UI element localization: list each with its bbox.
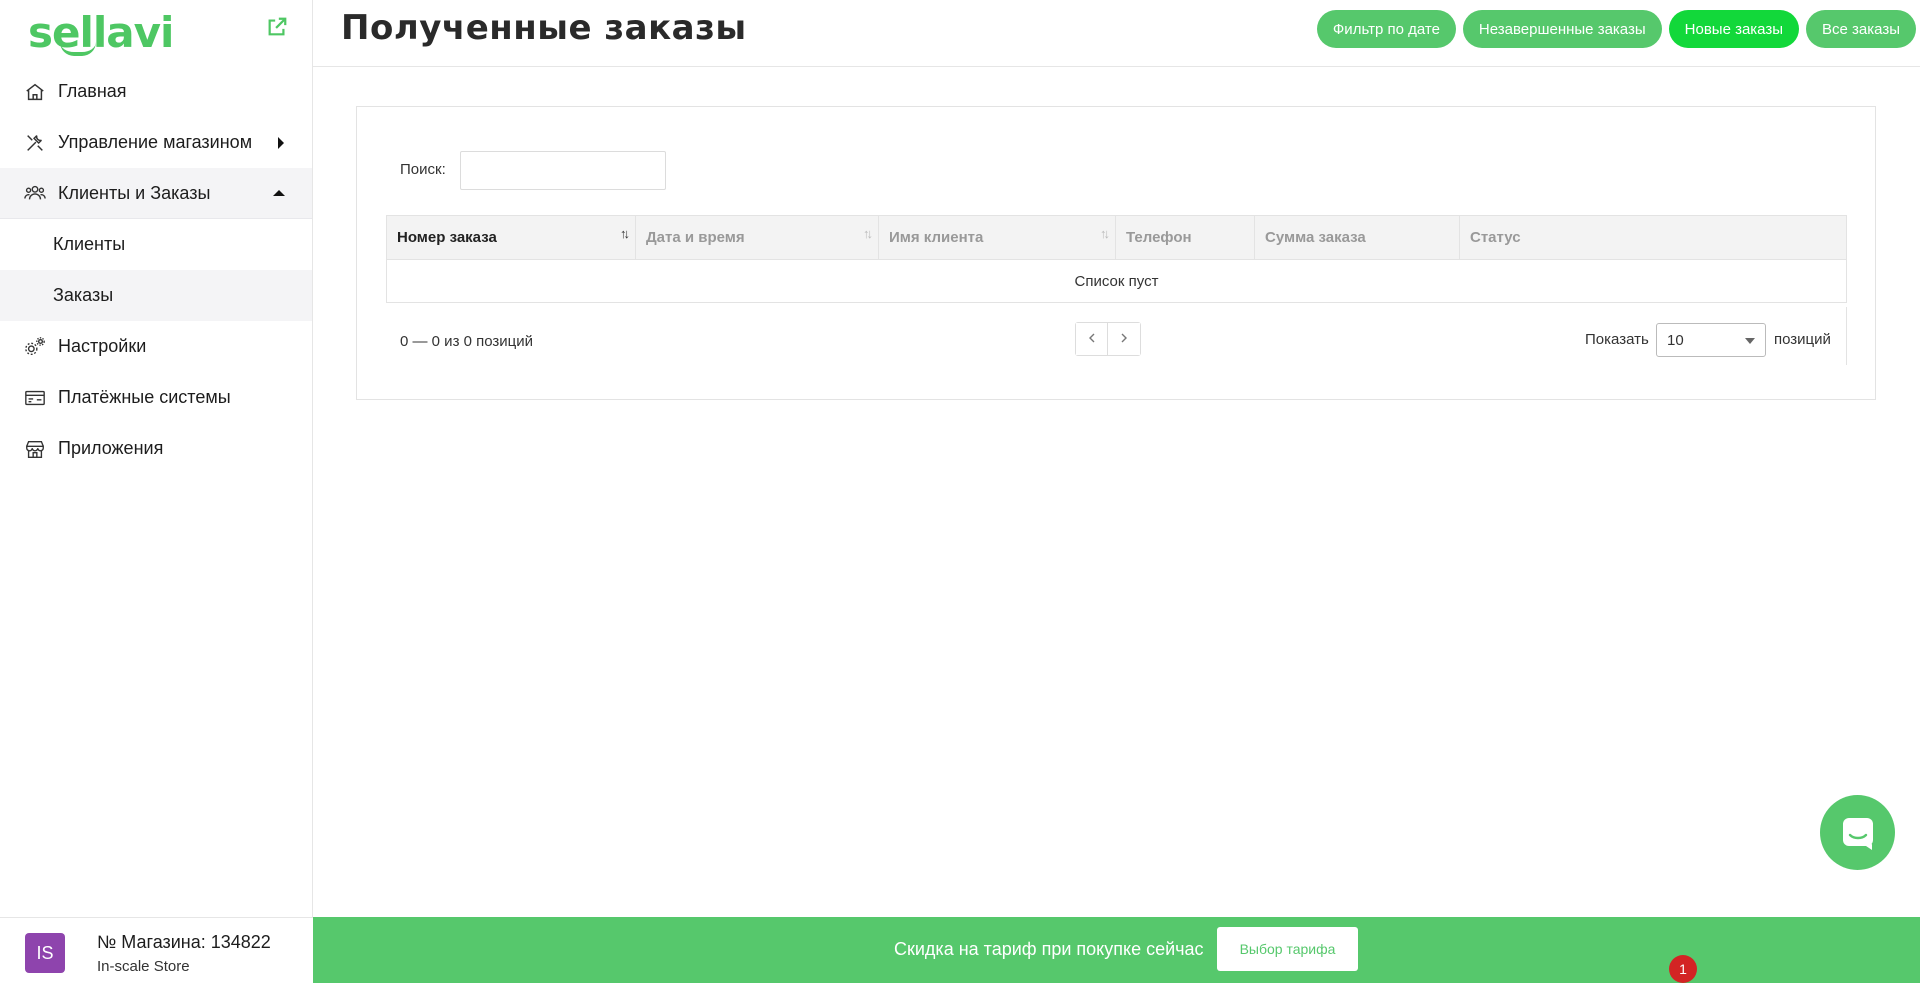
orders-table: Номер заказа ↑↓ Дата и время ↑↓ Имя клие… xyxy=(386,215,1847,303)
caret-down-icon xyxy=(1745,338,1755,344)
logo-row: sellavi xyxy=(0,0,312,66)
sidebar-item-clients[interactable]: Клиенты xyxy=(0,219,312,270)
page-title: Полученные заказы xyxy=(341,8,747,48)
search-input[interactable] xyxy=(460,151,666,190)
column-status: Статус xyxy=(1460,216,1846,259)
sidebar-item-label: Платёжные системы xyxy=(58,387,231,407)
main-content: Полученные заказы Фильтр по дате Незавер… xyxy=(313,0,1920,983)
sidebar-nav: Главная Управление магазином Клиенты и З… xyxy=(0,66,312,474)
sidebar-item-label: Приложения xyxy=(58,438,164,458)
column-label: Телефон xyxy=(1126,229,1192,246)
store-icon xyxy=(24,438,46,460)
sort-icon: ↑↓ xyxy=(863,226,873,241)
sidebar-item-payment-systems[interactable]: Платёжные системы xyxy=(0,372,312,423)
logo[interactable]: sellavi xyxy=(28,8,174,57)
sort-icon: ↑↓ xyxy=(1100,226,1110,241)
store-number: № Магазина: 134822 xyxy=(97,932,271,952)
sidebar-item-label: Управление магазином xyxy=(58,132,253,152)
promo-text: Скидка на тариф при покупке сейчас xyxy=(894,939,1204,959)
caret-right-icon xyxy=(278,136,284,149)
choose-plan-button[interactable]: Выбор тарифа xyxy=(1217,927,1358,971)
page-size-value: 10 xyxy=(1667,331,1684,349)
chat-icon xyxy=(1842,817,1873,850)
next-page-button[interactable] xyxy=(1108,323,1140,355)
sidebar-item-label: Клиенты xyxy=(53,234,126,254)
order-filter-buttons: Фильтр по дате Незавершенные заказы Новы… xyxy=(1316,10,1916,48)
show-label: Показать xyxy=(1585,331,1649,348)
gears-icon xyxy=(24,336,46,358)
sidebar-item-orders[interactable]: Заказы xyxy=(0,270,312,321)
chevron-left-icon xyxy=(1088,333,1094,342)
column-label: Дата и время xyxy=(646,229,745,246)
chevron-right-icon xyxy=(1121,333,1127,342)
sidebar-item-apps[interactable]: Приложения xyxy=(0,423,312,474)
external-link-icon[interactable] xyxy=(266,16,288,38)
top-bar: Полученные заказы Фильтр по дате Незавер… xyxy=(313,0,1920,67)
store-info[interactable]: IS № Магазина: 134822 In-scale Store xyxy=(0,917,313,983)
all-orders-button[interactable]: Все заказы xyxy=(1806,10,1916,48)
sidebar-item-label: Клиенты и Заказы xyxy=(58,182,211,203)
sidebar-item-label: Настройки xyxy=(58,336,147,356)
column-phone: Телефон xyxy=(1116,216,1255,259)
notification-badge[interactable]: 1 xyxy=(1669,955,1697,983)
column-order-sum: Сумма заказа xyxy=(1255,216,1460,259)
tools-icon xyxy=(24,132,46,154)
column-client-name[interactable]: Имя клиента ↑↓ xyxy=(879,216,1116,259)
avatar[interactable]: IS xyxy=(25,933,65,973)
store-name: In-scale Store xyxy=(97,958,190,975)
empty-table-message: Список пуст xyxy=(1074,272,1159,290)
sidebar-item-store-management[interactable]: Управление магазином xyxy=(0,117,312,168)
sort-icon: ↑↓ xyxy=(620,226,630,241)
sidebar-item-home[interactable]: Главная xyxy=(0,66,312,117)
payment-card-icon xyxy=(24,387,46,409)
filter-by-date-button[interactable]: Фильтр по дате xyxy=(1316,10,1456,48)
column-label: Сумма заказа xyxy=(1265,229,1366,246)
column-label: Имя клиента xyxy=(889,229,984,246)
sidebar: sellavi Главная Управление магазином Кли… xyxy=(0,0,313,983)
incomplete-orders-button[interactable]: Незавершенные заказы xyxy=(1462,10,1662,48)
pagination-info: 0 — 0 из 0 позиций xyxy=(400,333,534,350)
sidebar-item-clients-orders[interactable]: Клиенты и Заказы xyxy=(0,168,312,219)
pager xyxy=(1075,322,1141,356)
sidebar-item-settings[interactable]: Настройки xyxy=(0,321,312,372)
column-order-number[interactable]: Номер заказа ↑↓ xyxy=(387,216,636,259)
column-label: Статус xyxy=(1470,229,1521,246)
users-icon xyxy=(24,182,46,204)
column-label: Номер заказа xyxy=(397,229,497,246)
table-header: Номер заказа ↑↓ Дата и время ↑↓ Имя клие… xyxy=(387,216,1846,260)
positions-label: позиций xyxy=(1774,331,1831,348)
page-size-select[interactable]: 10 xyxy=(1656,323,1766,357)
orders-panel: Поиск: Номер заказа ↑↓ Дата и время ↑↓ И… xyxy=(356,106,1876,400)
caret-up-icon xyxy=(273,190,285,196)
chat-button[interactable] xyxy=(1820,795,1895,870)
sidebar-item-label: Главная xyxy=(58,81,127,101)
divider xyxy=(1846,307,1847,365)
previous-page-button[interactable] xyxy=(1076,323,1108,355)
home-icon xyxy=(24,81,46,103)
column-date-time[interactable]: Дата и время ↑↓ xyxy=(636,216,879,259)
new-orders-button[interactable]: Новые заказы xyxy=(1668,10,1800,48)
search-label: Поиск: xyxy=(400,161,446,178)
sidebar-item-label: Заказы xyxy=(53,285,114,305)
